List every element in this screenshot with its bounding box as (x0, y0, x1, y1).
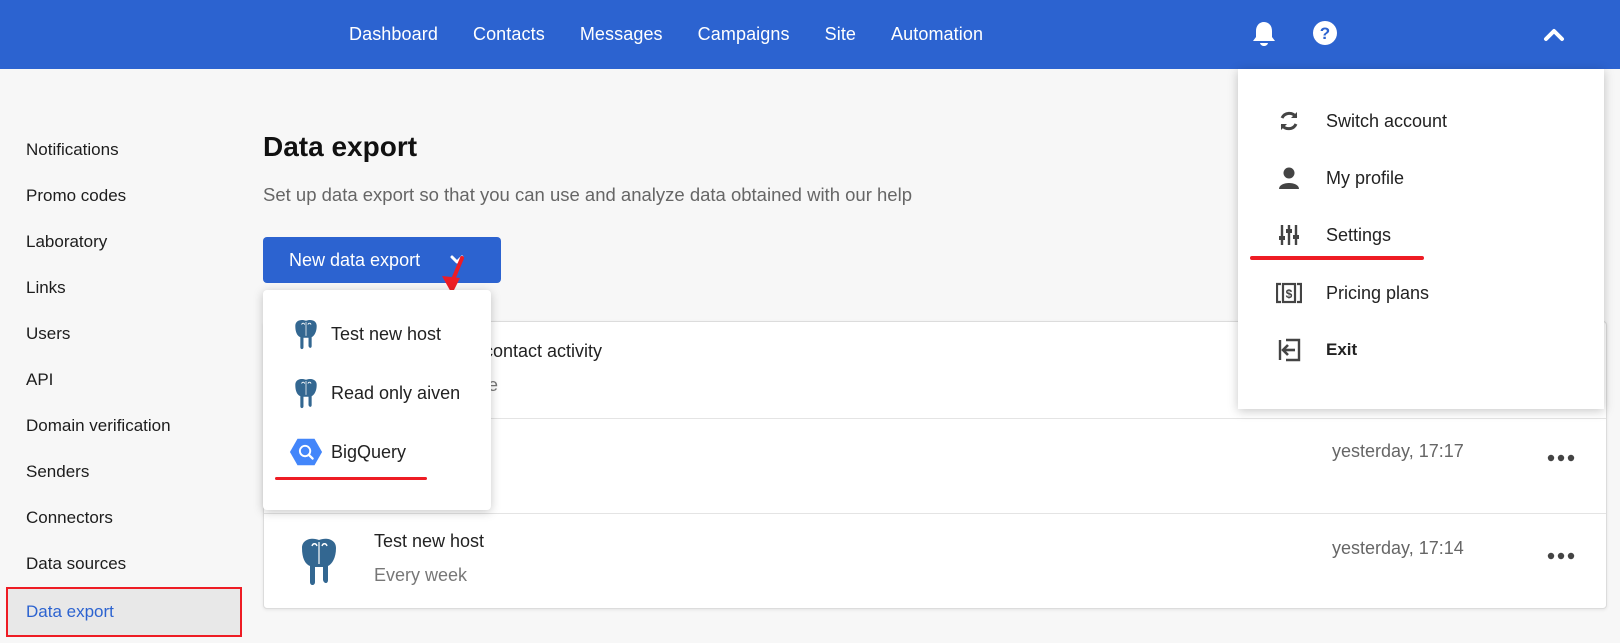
menu-item-label: Settings (1326, 224, 1392, 245)
svg-text:?: ? (1320, 24, 1330, 43)
dropdown-item-label: Test new host (331, 323, 442, 344)
annotation-underline (1250, 256, 1424, 260)
sidebar-item-data-sources[interactable]: Data sources (0, 541, 240, 587)
nav-dashboard[interactable]: Dashboard (349, 24, 438, 45)
page-title: Data export (263, 131, 418, 162)
postgresql-icon (295, 378, 317, 409)
menu-item-my-profile[interactable]: My profile (1276, 158, 1404, 198)
pricing-icon: $ (1276, 282, 1302, 304)
menu-item-label: Exit (1326, 340, 1358, 359)
export-row-time: yesterday, 17:17 (1332, 441, 1464, 461)
user-icon (1279, 167, 1299, 189)
top-navigation-bar: Dashboard Contacts Messages Campaigns Si… (0, 0, 1620, 69)
dropdown-item-bigquery[interactable]: BigQuery (289, 432, 406, 472)
nav-messages[interactable]: Messages (580, 24, 663, 45)
help-icon[interactable]: ? (1312, 20, 1338, 46)
sidebar-item-senders[interactable]: Senders (0, 449, 240, 495)
export-row-time: yesterday, 17:14 (1332, 538, 1464, 558)
menu-item-pricing-plans[interactable]: $ Pricing plans (1276, 273, 1429, 313)
exit-icon (1278, 338, 1301, 362)
nav-automation[interactable]: Automation (891, 24, 983, 45)
sidebar-item-domain-verification[interactable]: Domain verification (0, 403, 240, 449)
dropdown-item-test-new-host[interactable]: Test new host (289, 314, 441, 354)
account-menu: Switch account My profile Settings $ Pri… (1238, 69, 1604, 409)
export-row-title: Test new host (374, 531, 485, 551)
sliders-icon (1279, 225, 1299, 245)
new-data-export-label: New data export (289, 249, 421, 270)
nav-contacts[interactable]: Contacts (473, 24, 545, 45)
sidebar-item-promo-codes[interactable]: Promo codes (0, 173, 240, 219)
main-nav: Dashboard Contacts Messages Campaigns Si… (349, 0, 1018, 69)
sidebar-item-notifications[interactable]: Notifications (0, 127, 240, 173)
sidebar-item-data-export[interactable]: Data export (6, 587, 242, 637)
refresh-icon (1280, 111, 1298, 131)
dropdown-item-label: Read only aiven (331, 382, 461, 403)
more-options-icon[interactable] (1547, 454, 1575, 462)
menu-item-exit[interactable]: Exit (1276, 330, 1357, 370)
nav-site[interactable]: Site (825, 24, 856, 45)
menu-item-label: Pricing plans (1326, 282, 1430, 303)
bell-icon[interactable] (1251, 20, 1277, 48)
annotation-underline (275, 477, 427, 480)
dropdown-item-label: BigQuery (331, 441, 407, 462)
menu-item-settings[interactable]: Settings (1276, 215, 1391, 255)
sidebar-item-laboratory[interactable]: Laboratory (0, 219, 240, 265)
export-row-schedule: Every week (374, 565, 468, 585)
dropdown-item-read-only-aiven[interactable]: Read only aiven (289, 373, 460, 413)
sidebar-item-api[interactable]: API (0, 357, 240, 403)
svg-text:$: $ (1286, 287, 1293, 301)
more-options-icon[interactable] (1547, 552, 1575, 560)
bigquery-icon (289, 438, 323, 466)
menu-item-label: My profile (1326, 167, 1405, 188)
new-export-dropdown: Test new host Read only aiven BigQuery (263, 290, 491, 510)
export-row[interactable]: Test new host Every week yesterday, 17:1… (264, 514, 1606, 610)
page-subtitle: Set up data export so that you can use a… (263, 184, 912, 205)
sidebar-item-users[interactable]: Users (0, 311, 240, 357)
postgresql-icon (295, 319, 317, 350)
sidebar-item-links[interactable]: Links (0, 265, 240, 311)
chevron-up-icon[interactable] (1543, 26, 1565, 42)
nav-campaigns[interactable]: Campaigns (698, 24, 790, 45)
menu-item-switch-account[interactable]: Switch account (1276, 101, 1447, 141)
menu-item-label: Switch account (1326, 110, 1448, 131)
settings-sidebar: Notifications Promo codes Laboratory Lin… (0, 127, 242, 637)
sidebar-item-connectors[interactable]: Connectors (0, 495, 240, 541)
postgresql-icon (302, 538, 336, 585)
